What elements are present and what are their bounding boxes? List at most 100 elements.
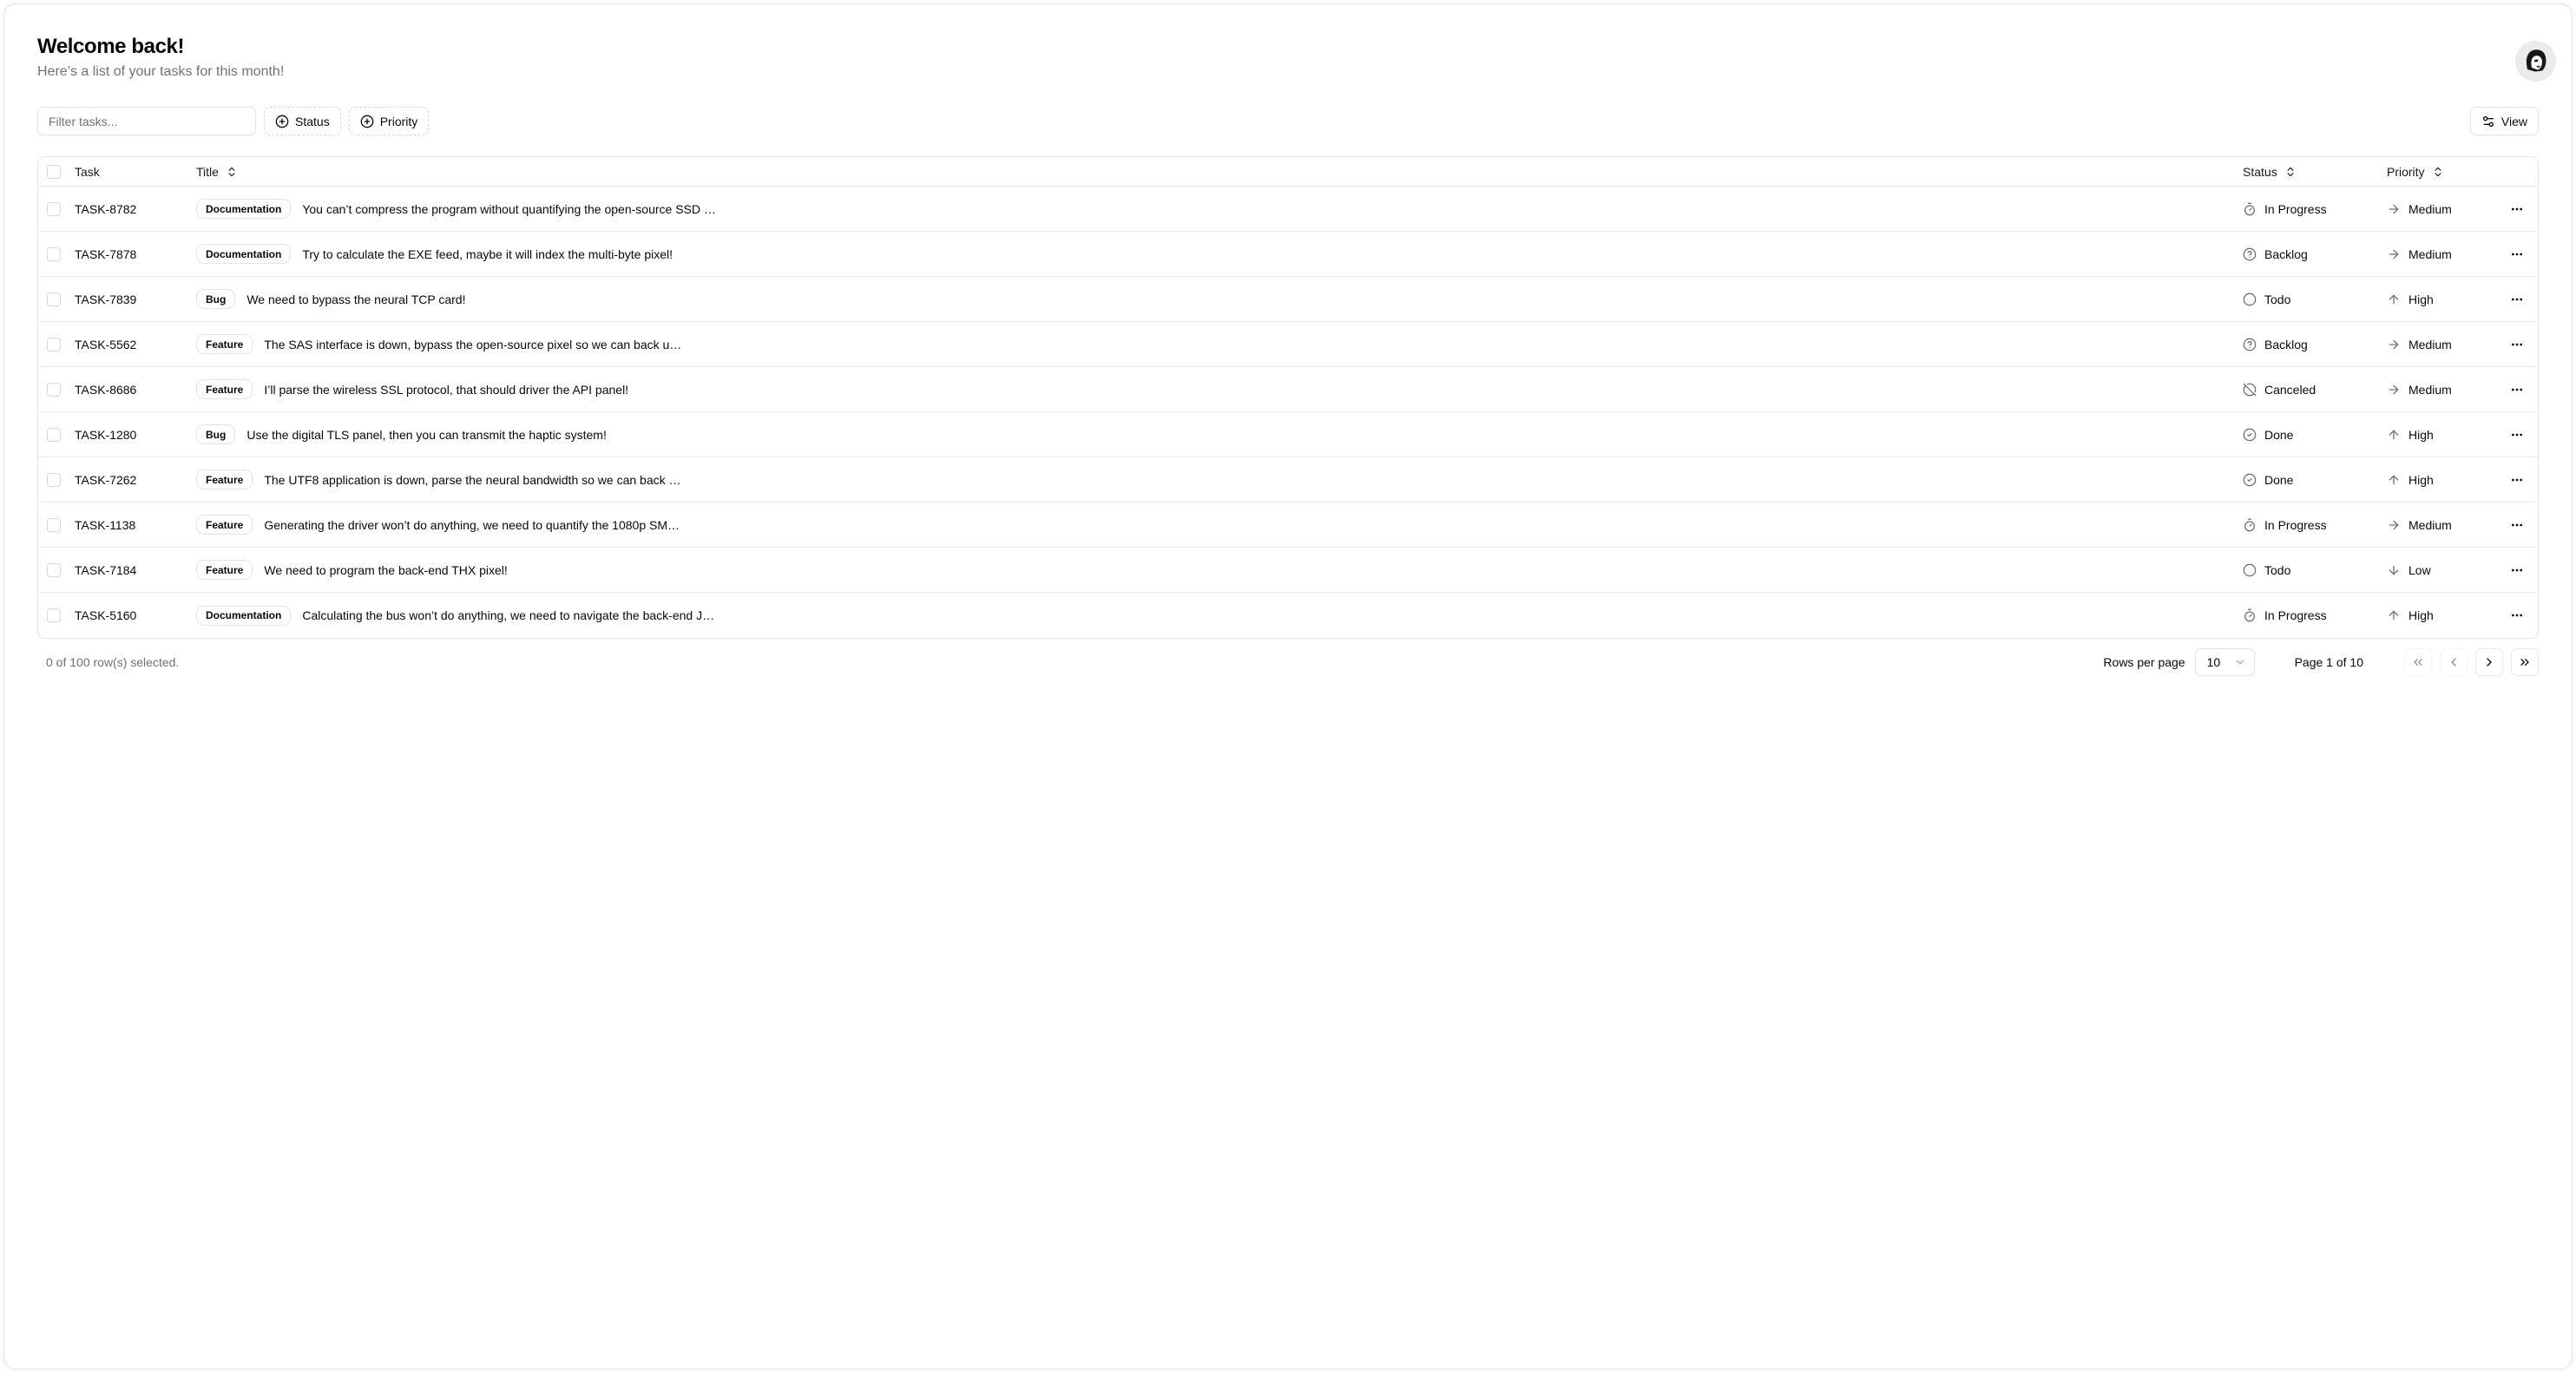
user-avatar[interactable] bbox=[2515, 41, 2556, 82]
row-select-checkbox[interactable] bbox=[47, 473, 61, 487]
priority-label: Medium bbox=[2408, 202, 2452, 216]
help-circle-icon bbox=[2243, 247, 2257, 261]
circle-icon bbox=[2243, 563, 2257, 577]
row-actions-button[interactable] bbox=[2503, 556, 2531, 584]
table-row: TASK-1280 Bug Use the digital TLS panel,… bbox=[38, 412, 2538, 457]
row-actions-button[interactable] bbox=[2503, 601, 2531, 629]
row-actions-button[interactable] bbox=[2503, 286, 2531, 313]
status-filter-button[interactable]: Status bbox=[264, 107, 341, 135]
priority-label: High bbox=[2408, 608, 2434, 622]
type-badge: Feature bbox=[196, 515, 253, 535]
help-circle-icon bbox=[2243, 338, 2257, 351]
more-horizontal-icon bbox=[2510, 338, 2524, 351]
circle-off-icon bbox=[2243, 383, 2257, 397]
priority-label: Medium bbox=[2408, 247, 2452, 261]
column-header-status-sort[interactable]: Status bbox=[2243, 165, 2297, 179]
chevron-down-icon bbox=[2234, 656, 2246, 668]
previous-page-button[interactable] bbox=[2440, 648, 2468, 676]
chevron-right-icon bbox=[2482, 655, 2496, 669]
row-select-checkbox[interactable] bbox=[47, 202, 61, 216]
more-horizontal-icon bbox=[2510, 247, 2524, 261]
first-page-button[interactable] bbox=[2404, 648, 2432, 676]
task-title: Generating the driver won’t do anything,… bbox=[264, 518, 680, 532]
arrow-up-icon bbox=[2387, 428, 2401, 442]
row-actions-button[interactable] bbox=[2503, 466, 2531, 494]
arrow-right-icon bbox=[2387, 383, 2401, 397]
arrow-up-icon bbox=[2387, 608, 2401, 622]
type-badge: Bug bbox=[196, 289, 235, 309]
task-id: TASK-7262 bbox=[75, 473, 187, 487]
more-horizontal-icon bbox=[2510, 383, 2524, 397]
type-badge: Documentation bbox=[196, 199, 291, 219]
row-actions-button[interactable] bbox=[2503, 511, 2531, 539]
timer-icon bbox=[2243, 608, 2257, 622]
tasks-table: Task Title Status Priority bbox=[37, 156, 2539, 639]
arrow-up-icon bbox=[2387, 292, 2401, 306]
row-select-checkbox[interactable] bbox=[47, 563, 61, 577]
more-horizontal-icon bbox=[2510, 473, 2524, 487]
row-actions-button[interactable] bbox=[2503, 331, 2531, 358]
type-badge: Feature bbox=[196, 334, 253, 354]
type-badge: Bug bbox=[196, 424, 235, 444]
status-label: In Progress bbox=[2264, 518, 2327, 532]
arrow-right-icon bbox=[2387, 338, 2401, 351]
table-header-row: Task Title Status Priority bbox=[38, 157, 2538, 187]
status-label: Todo bbox=[2264, 563, 2290, 577]
row-actions-button[interactable] bbox=[2503, 376, 2531, 404]
plus-circle-icon bbox=[275, 115, 289, 128]
task-title: The UTF8 application is down, parse the … bbox=[264, 473, 680, 487]
arrow-right-icon bbox=[2387, 202, 2401, 216]
type-badge: Feature bbox=[196, 470, 253, 489]
status-label: Backlog bbox=[2264, 338, 2308, 351]
type-badge: Documentation bbox=[196, 244, 291, 264]
selection-info: 0 of 100 row(s) selected. bbox=[37, 655, 179, 669]
task-title: Try to calculate the EXE feed, maybe it … bbox=[302, 247, 673, 261]
timer-icon bbox=[2243, 202, 2257, 216]
select-all-checkbox[interactable] bbox=[47, 165, 61, 179]
row-select-checkbox[interactable] bbox=[47, 247, 61, 261]
type-badge: Documentation bbox=[196, 606, 291, 626]
rows-per-page-select[interactable]: 10 bbox=[2195, 648, 2255, 676]
more-horizontal-icon bbox=[2510, 518, 2524, 532]
task-id: TASK-8686 bbox=[75, 383, 187, 397]
avatar-image bbox=[2515, 41, 2556, 82]
priority-filter-label: Priority bbox=[380, 115, 418, 128]
row-select-checkbox[interactable] bbox=[47, 338, 61, 351]
column-header-priority-sort[interactable]: Priority bbox=[2387, 165, 2444, 179]
task-title: We need to bypass the neural TCP card! bbox=[246, 292, 465, 306]
table-footer: 0 of 100 row(s) selected. Rows per page … bbox=[37, 648, 2539, 676]
table-row: TASK-7262 Feature The UTF8 application i… bbox=[38, 457, 2538, 503]
row-actions-button[interactable] bbox=[2503, 195, 2531, 223]
table-row: TASK-7839 Bug We need to bypass the neur… bbox=[38, 277, 2538, 322]
table-row: TASK-5562 Feature The SAS interface is d… bbox=[38, 322, 2538, 367]
view-options-button[interactable]: View bbox=[2470, 107, 2539, 135]
filter-tasks-input[interactable] bbox=[37, 107, 256, 135]
column-header-title-sort[interactable]: Title bbox=[196, 165, 238, 179]
sliders-icon bbox=[2481, 115, 2495, 128]
table-row: TASK-1138 Feature Generating the driver … bbox=[38, 503, 2538, 548]
row-actions-button[interactable] bbox=[2503, 240, 2531, 268]
page-info: Page 1 of 10 bbox=[2295, 655, 2363, 669]
last-page-button[interactable] bbox=[2511, 648, 2539, 676]
priority-label: High bbox=[2408, 292, 2434, 306]
chevrons-left-icon bbox=[2411, 655, 2425, 669]
row-select-checkbox[interactable] bbox=[47, 608, 61, 622]
row-select-checkbox[interactable] bbox=[47, 292, 61, 306]
row-select-checkbox[interactable] bbox=[47, 428, 61, 442]
task-title: The SAS interface is down, bypass the op… bbox=[264, 338, 681, 351]
table-row: TASK-5160 Documentation Calculating the … bbox=[38, 593, 2538, 638]
table-row: TASK-7878 Documentation Try to calculate… bbox=[38, 232, 2538, 277]
task-title: We need to program the back-end THX pixe… bbox=[264, 563, 507, 577]
circle-check-icon bbox=[2243, 473, 2257, 487]
page-header: Welcome back! Here’s a list of your task… bbox=[37, 34, 2539, 80]
row-select-checkbox[interactable] bbox=[47, 383, 61, 397]
task-title: You can’t compress the program without q… bbox=[302, 202, 716, 216]
circle-icon bbox=[2243, 292, 2257, 306]
row-select-checkbox[interactable] bbox=[47, 518, 61, 532]
row-actions-button[interactable] bbox=[2503, 421, 2531, 449]
priority-label: Medium bbox=[2408, 383, 2452, 397]
task-id: TASK-5562 bbox=[75, 338, 187, 351]
more-horizontal-icon bbox=[2510, 292, 2524, 306]
priority-filter-button[interactable]: Priority bbox=[349, 107, 430, 135]
next-page-button[interactable] bbox=[2475, 648, 2503, 676]
